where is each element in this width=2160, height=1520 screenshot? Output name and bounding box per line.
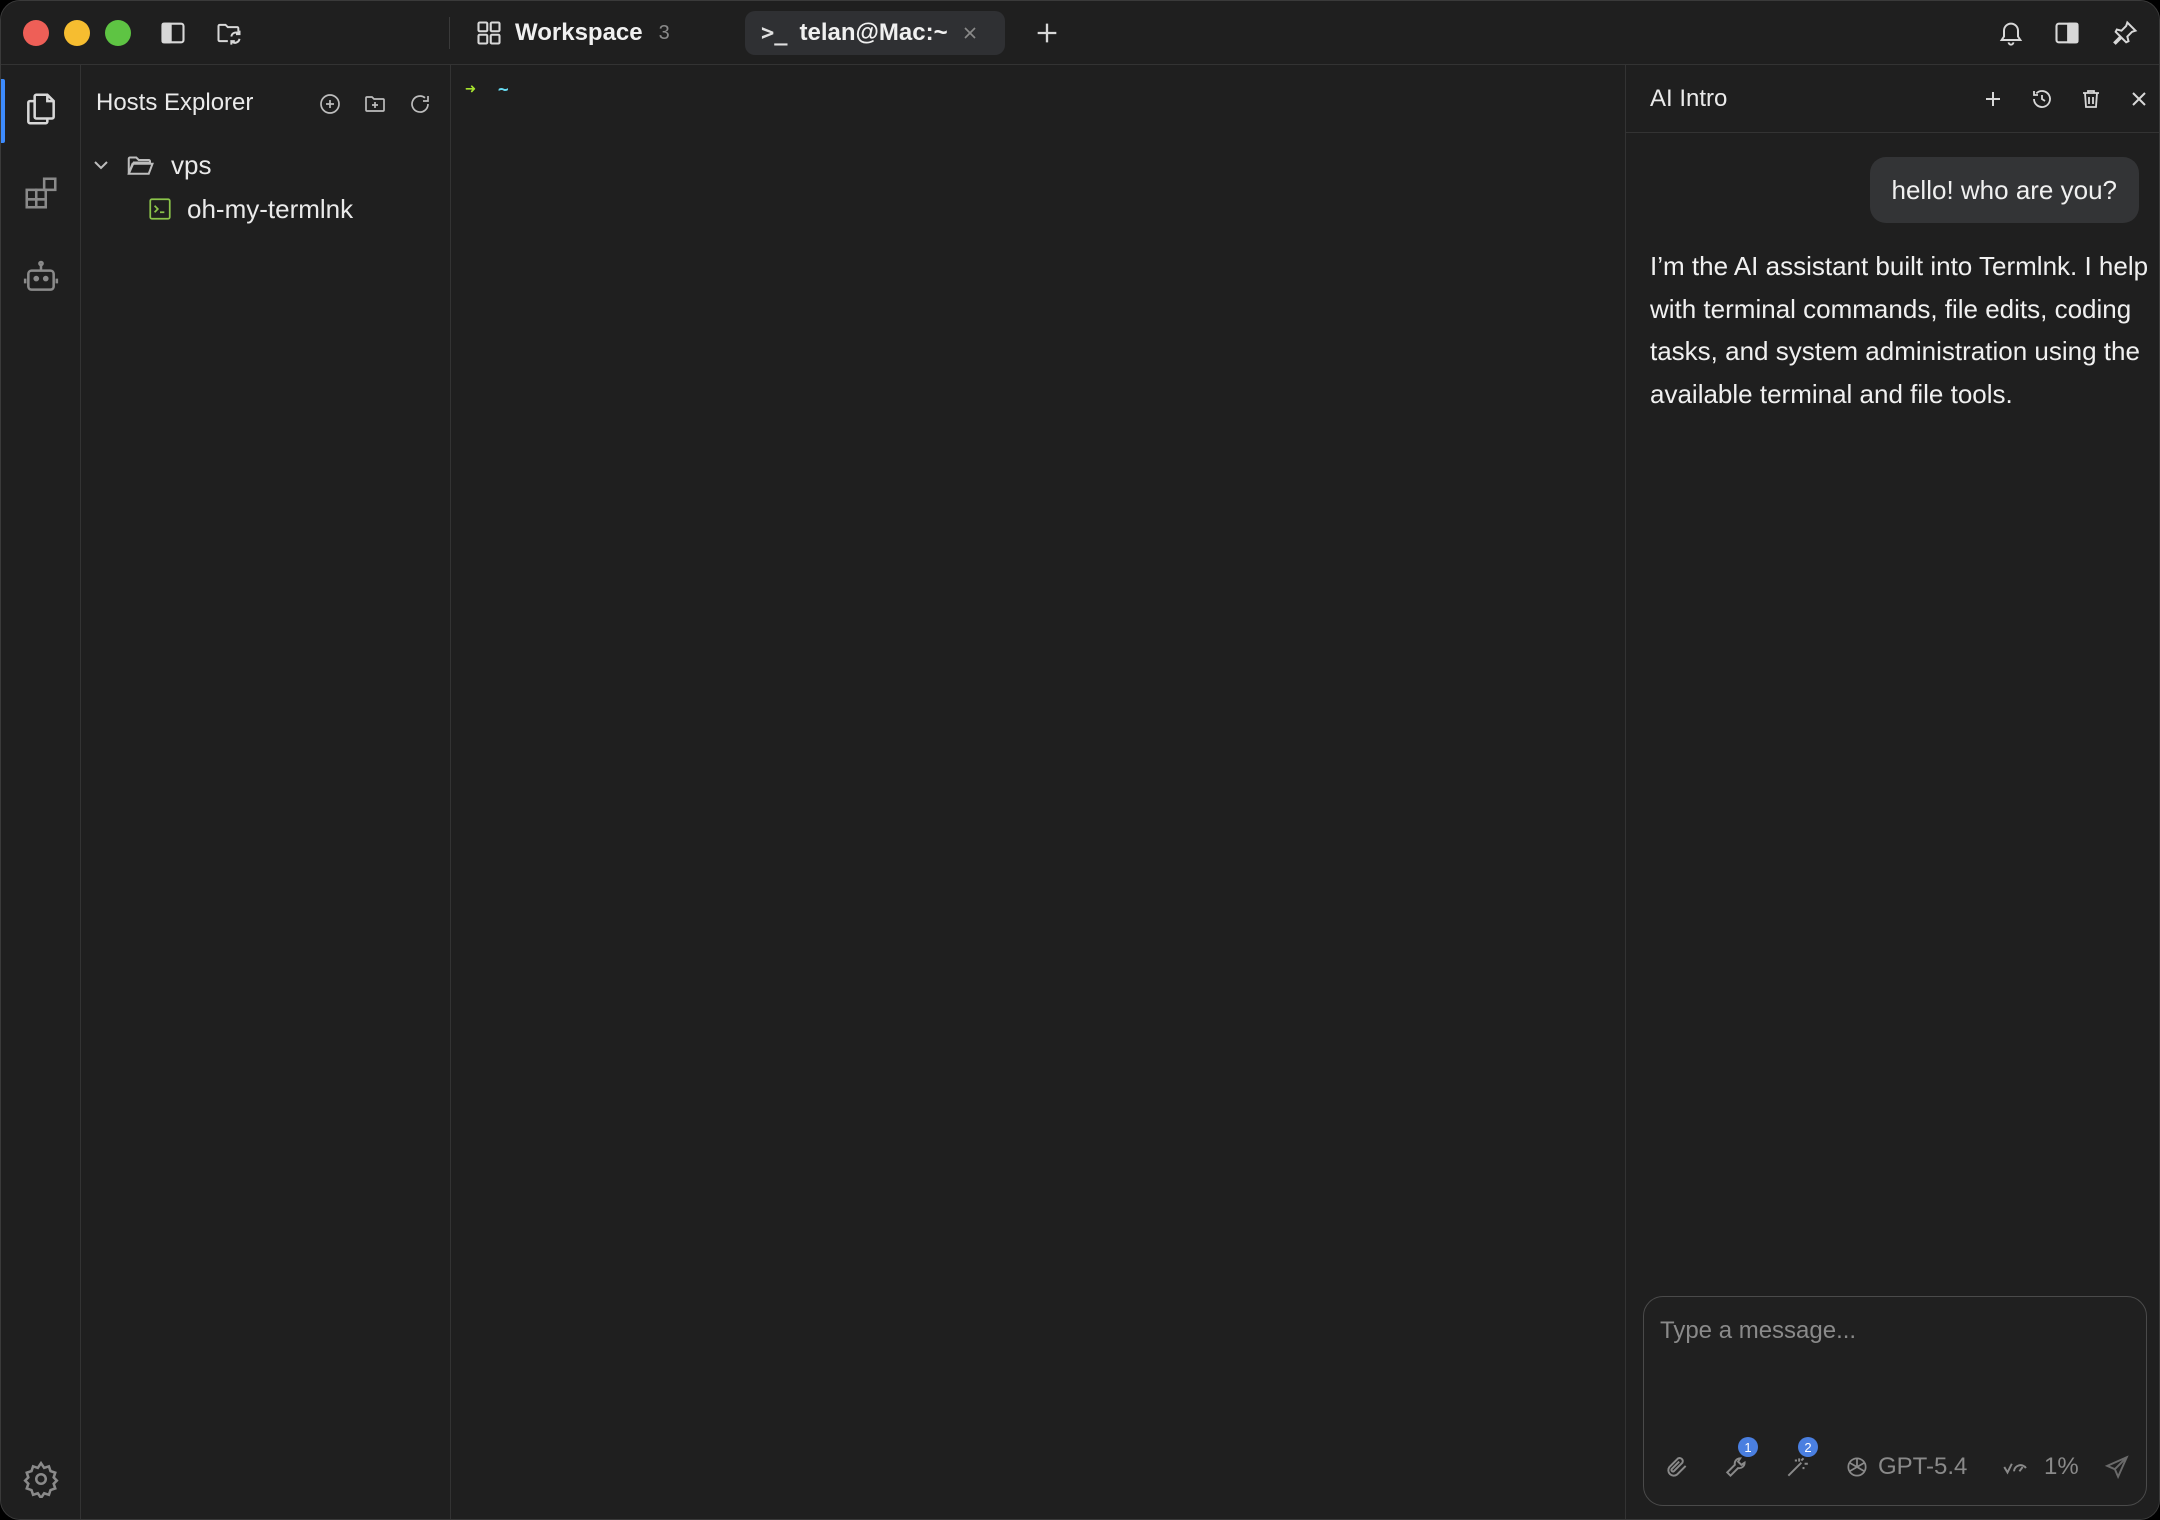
files-icon[interactable] [21, 89, 61, 129]
context-usage[interactable]: 1% [1996, 1449, 2079, 1485]
title-bar: Workspace 3 >_ telan@Mac:~ [1, 1, 2159, 65]
refresh-icon[interactable] [405, 89, 435, 119]
explorer-title: Hosts Explorer [96, 89, 254, 116]
bell-icon[interactable] [1995, 17, 2027, 49]
tab-terminal[interactable]: >_ telan@Mac:~ [745, 11, 1005, 55]
toggle-sidebar-icon[interactable] [157, 17, 189, 49]
user-message-bubble: hello! who are you? [1869, 157, 2139, 223]
close-tab-icon[interactable] [957, 20, 983, 46]
magic-wand-icon [1787, 1457, 1808, 1477]
settings-gear-icon[interactable] [21, 1459, 61, 1499]
tools-button[interactable]: 1 [1724, 1437, 1758, 1485]
ai-chat-panel: AI Intro hello! who are you? I’m the AI … [1625, 65, 2159, 1519]
chevron-down-icon [94, 161, 108, 170]
activity-bar [1, 65, 81, 1519]
plus-icon [1037, 23, 1057, 43]
add-folder-icon[interactable] [360, 89, 390, 119]
ai-panel-title: AI Intro [1650, 85, 1728, 112]
active-indicator [1, 79, 5, 143]
tools-count-badge: 1 [1738, 1437, 1758, 1457]
terminal-prompt-line: ➜ ~ [465, 79, 509, 100]
terminal-prompt-icon: >_ [761, 20, 788, 46]
tab-workspace-label: Workspace [515, 19, 643, 46]
skills-count-badge: 2 [1798, 1437, 1818, 1457]
close-panel-icon[interactable] [2123, 83, 2155, 115]
new-chat-icon[interactable] [1977, 83, 2009, 115]
tree-host-label: oh-my-termlnk [187, 193, 354, 224]
folder-sync-icon[interactable] [213, 17, 245, 49]
terminal-view[interactable]: ➜ ~ [451, 65, 1625, 1519]
skills-button[interactable]: 2 [1784, 1437, 1818, 1485]
titlebar-separator [449, 17, 450, 49]
model-name: GPT-5.4 [1878, 1453, 1968, 1480]
history-icon[interactable] [2026, 83, 2058, 115]
tree-folder-label: vps [171, 149, 212, 180]
ai-panel-header: AI Intro [1626, 65, 2159, 133]
window-minimize-button[interactable] [64, 20, 90, 46]
toggle-right-panel-icon[interactable] [2051, 17, 2083, 49]
attach-icon[interactable] [1664, 1449, 1690, 1485]
gauge-icon [2003, 1463, 2027, 1475]
message-composer: 1 2 GPT-5.4 1% [1643, 1296, 2147, 1506]
pin-icon[interactable] [2109, 17, 2141, 49]
folder-open-icon [127, 156, 154, 175]
trash-icon[interactable] [2075, 83, 2107, 115]
prompt-arrow: ➜ [465, 79, 476, 100]
bot-icon[interactable] [21, 257, 61, 297]
prompt-cwd: ~ [497, 79, 509, 100]
hosts-explorer-panel: Hosts Explorer vps oh-my-termlnk [81, 65, 451, 1519]
message-input[interactable] [1660, 1311, 2130, 1351]
app-window: Workspace 3 >_ telan@Mac:~ Hosts Explore… [0, 0, 2160, 1520]
openai-icon [1847, 1457, 1867, 1477]
grid-icon [477, 21, 501, 45]
model-selector[interactable]: GPT-5.4 [1844, 1449, 1967, 1485]
add-host-icon[interactable] [315, 89, 345, 119]
new-tab-button[interactable] [1027, 11, 1067, 55]
assistant-message: I’m the AI assistant built into Termlnk.… [1650, 251, 2149, 409]
tab-workspace[interactable]: Workspace 3 [471, 11, 691, 55]
window-maximize-button[interactable] [105, 20, 131, 46]
terminal-host-icon [149, 198, 171, 220]
tree-host-item[interactable]: oh-my-termlnk [147, 187, 353, 231]
window-close-button[interactable] [23, 20, 49, 46]
extensions-icon[interactable] [21, 173, 61, 213]
tab-workspace-count: 3 [658, 21, 670, 44]
send-icon[interactable] [2104, 1449, 2130, 1485]
context-usage-value: 1% [2044, 1453, 2079, 1480]
tab-terminal-label: telan@Mac:~ [799, 19, 948, 46]
tree-folder-vps[interactable]: vps [89, 143, 211, 187]
wrench-icon [1725, 1457, 1746, 1478]
